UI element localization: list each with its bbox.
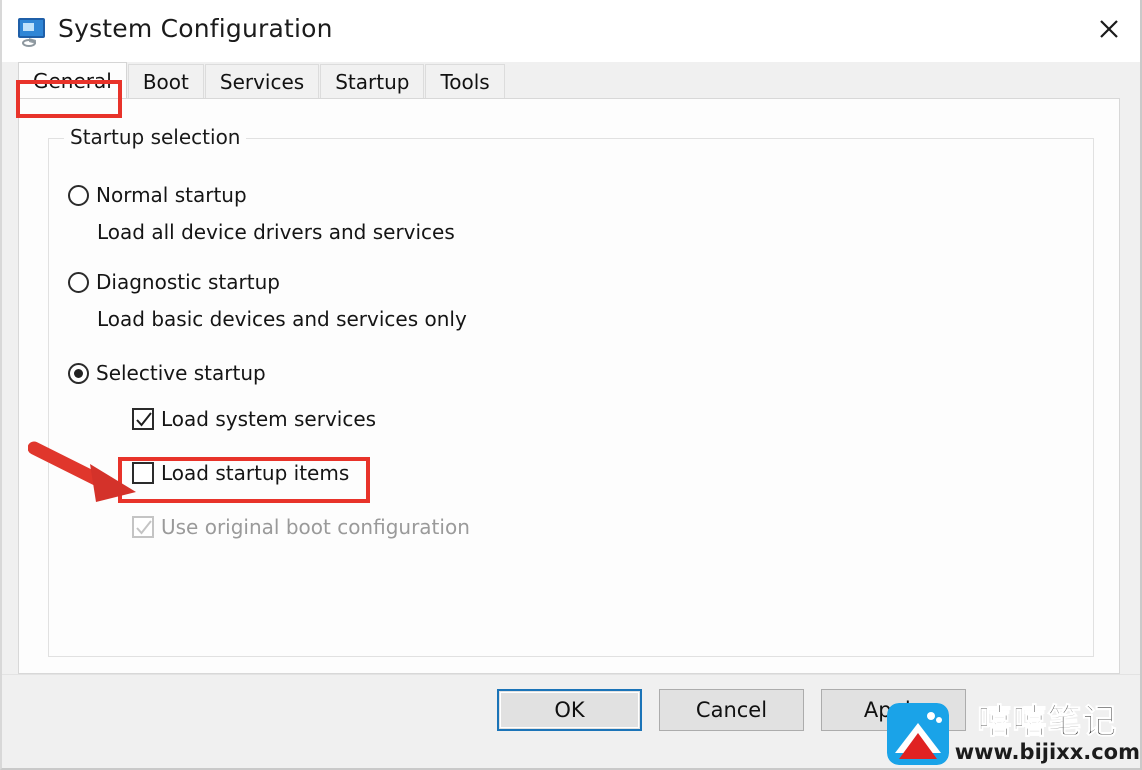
watermark-text: 嘻嘻笔记 www.bijixx.com	[955, 705, 1140, 763]
title-bar: System Configuration	[2, 0, 1140, 62]
watermark-site-url: www.bijixx.com	[954, 740, 1140, 764]
checkbox-load-system-services[interactable]: Load system services	[132, 407, 376, 431]
page-title: System Configuration	[58, 14, 333, 43]
ok-button[interactable]: OK	[497, 689, 642, 731]
checkbox-load-startup-items-indicator[interactable]	[132, 462, 154, 484]
tab-startup[interactable]: Startup	[320, 64, 425, 98]
watermark: 嘻嘻笔记 www.bijixx.com	[886, 698, 1140, 770]
radio-normal-startup[interactable]: Normal startup	[68, 183, 247, 207]
tab-boot-label: Boot	[142, 69, 189, 94]
system-configuration-window: System Configuration General Boot Servic…	[0, 0, 1142, 770]
tab-tools-label: Tools	[440, 69, 490, 94]
checkbox-load-system-services-label: Load system services	[161, 407, 377, 431]
checkbox-use-original-boot-configuration-label: Use original boot configuration	[161, 515, 470, 539]
checkbox-use-original-boot-configuration-indicator	[132, 516, 154, 538]
normal-startup-description: Load all device drivers and services	[97, 220, 455, 244]
checkbox-use-original-boot-configuration: Use original boot configuration	[132, 515, 470, 539]
radio-normal-startup-indicator[interactable]	[68, 184, 89, 206]
tab-tools[interactable]: Tools	[425, 64, 505, 98]
startup-selection-groupbox: Startup selection Normal startup Load al…	[48, 125, 1094, 657]
checkbox-load-system-services-indicator[interactable]	[132, 408, 154, 430]
close-icon[interactable]	[1078, 0, 1140, 58]
radio-diagnostic-startup[interactable]: Diagnostic startup	[68, 270, 280, 294]
tab-services[interactable]: Services	[204, 64, 320, 98]
checkbox-load-startup-items[interactable]: Load startup items	[132, 461, 349, 485]
tab-boot[interactable]: Boot	[127, 64, 204, 98]
general-tab-panel: Startup selection Normal startup Load al…	[18, 98, 1120, 674]
radio-selective-startup[interactable]: Selective startup	[68, 361, 266, 385]
cancel-button[interactable]: Cancel	[659, 689, 804, 731]
radio-selective-startup-indicator[interactable]	[68, 362, 89, 384]
ok-button-label: OK	[554, 698, 585, 722]
radio-selective-startup-label: Selective startup	[96, 361, 266, 385]
tab-general[interactable]: General	[18, 62, 127, 98]
checkbox-load-startup-items-label: Load startup items	[161, 461, 350, 485]
tab-services-label: Services	[219, 69, 305, 94]
cancel-button-label: Cancel	[695, 698, 768, 722]
radio-diagnostic-startup-label: Diagnostic startup	[96, 270, 280, 294]
radio-normal-startup-label: Normal startup	[96, 183, 247, 207]
watermark-logo-icon	[886, 703, 949, 765]
startup-selection-legend: Startup selection	[64, 125, 247, 149]
tab-startup-label: Startup	[335, 69, 410, 94]
tab-general-label: General	[33, 68, 112, 93]
system-configuration-icon	[16, 14, 50, 48]
tab-strip: General Boot Services Startup Tools	[18, 62, 1140, 98]
diagnostic-startup-description: Load basic devices and services only	[97, 307, 467, 331]
radio-diagnostic-startup-indicator[interactable]	[68, 271, 89, 293]
watermark-site-name: 嘻嘻笔记	[977, 702, 1118, 742]
